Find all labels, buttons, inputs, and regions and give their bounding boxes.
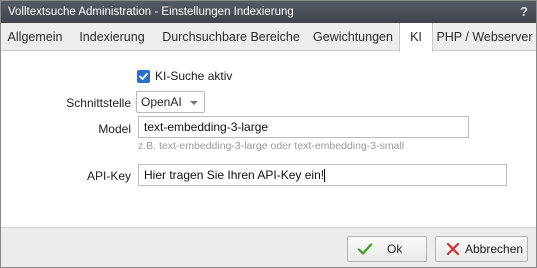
ok-button[interactable]: Ok (347, 236, 427, 262)
cancel-label: Abbrechen (465, 242, 524, 256)
ki-suche-checkbox[interactable] (137, 69, 150, 83)
model-input[interactable]: text-embedding-3-large (138, 116, 469, 138)
tab-php-webserver[interactable]: PHP / Webserver (433, 23, 536, 51)
text-cursor (324, 169, 326, 183)
x-icon (446, 242, 460, 256)
schnittstelle-label: Schnittstelle (66, 96, 131, 110)
ok-label: Ok (387, 242, 403, 256)
cancel-button[interactable]: Abbrechen (435, 236, 528, 262)
api-key-input[interactable]: Hier tragen Sie Ihren API-Key ein! (138, 164, 507, 186)
settings-dialog: Volltextsuche Administration - Einstellu… (0, 0, 537, 268)
schnittstelle-select[interactable]: OpenAI (136, 91, 205, 113)
tab-indexierung[interactable]: Indexierung (69, 23, 155, 51)
ki-suche-label: KI-Suche aktiv (155, 69, 233, 83)
tab-ki[interactable]: KI (399, 23, 433, 52)
tab-durchsuchbare-bereiche[interactable]: Durchsuchbare Bereiche (155, 23, 307, 51)
model-hint: z.B. text-embedding-3-large oder text-em… (138, 140, 405, 152)
schnittstelle-value: OpenAI (141, 95, 182, 109)
tab-bar: Allgemein Indexierung Durchsuchbare Bere… (1, 23, 536, 52)
tab-allgemein[interactable]: Allgemein (1, 23, 69, 51)
check-icon (139, 72, 148, 80)
chevron-down-icon (190, 101, 198, 105)
dialog-footer: Ok Abbrechen (1, 227, 536, 267)
tab-content-ki: KI-Suche aktiv Schnittstelle OpenAI Mode… (1, 52, 536, 227)
tab-gewichtungen[interactable]: Gewichtungen (307, 23, 399, 51)
title-bar: Volltextsuche Administration - Einstellu… (1, 1, 536, 23)
help-icon[interactable]: ? (520, 1, 528, 23)
checkmark-icon (357, 243, 373, 255)
model-label: Model (98, 122, 131, 136)
api-key-label: API-Key (86, 169, 131, 183)
window-title: Volltextsuche Administration - Einstellu… (8, 6, 294, 18)
model-value: text-embedding-3-large (144, 120, 269, 134)
ki-suche-row: KI-Suche aktiv (137, 69, 232, 83)
api-key-value: Hier tragen Sie Ihren API-Key ein! (144, 168, 325, 182)
